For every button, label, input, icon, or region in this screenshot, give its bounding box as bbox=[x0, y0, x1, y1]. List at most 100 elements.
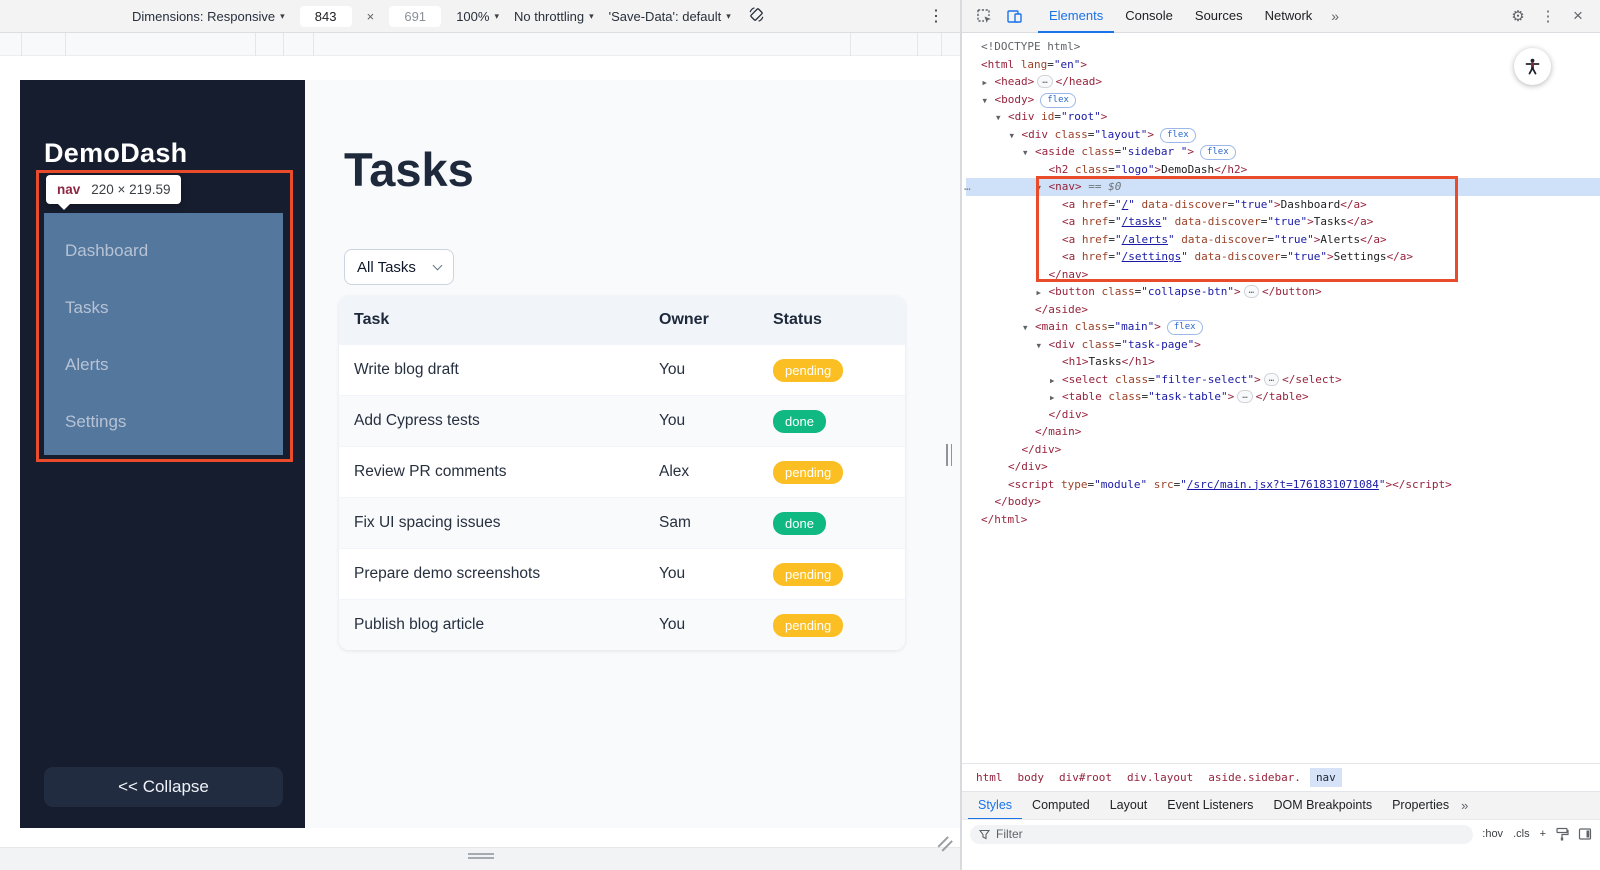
device-toolbar-kebab-icon[interactable]: ⋮ bbox=[928, 6, 944, 26]
dom-tree-node[interactable]: ▼ <div id="root"> bbox=[966, 108, 1600, 126]
zoom-select[interactable]: 100% ▾ bbox=[456, 9, 499, 24]
dom-tree-node[interactable]: <html lang="en"> bbox=[966, 56, 1600, 74]
breadcrumb-nav[interactable]: nav bbox=[1309, 768, 1342, 787]
viewport-width-input[interactable]: 843 bbox=[299, 5, 352, 27]
breadcrumb-div-root[interactable]: div#root bbox=[1053, 768, 1118, 787]
collapse-arrow-icon[interactable]: ▶ bbox=[983, 74, 995, 92]
expand-arrow-icon[interactable]: ▼ bbox=[1023, 319, 1035, 337]
dom-tree-node[interactable]: <h1>Tasks</h1> bbox=[966, 353, 1600, 371]
dom-tree-node[interactable]: ▶ <head>… </head> bbox=[966, 73, 1600, 91]
dimensions-select[interactable]: Dimensions: Responsive ▾ bbox=[132, 9, 285, 24]
panel-tab-layout[interactable]: Layout bbox=[1100, 792, 1158, 820]
dom-tree-node[interactable]: </main> bbox=[966, 423, 1600, 441]
expand-arrow-icon[interactable]: ▼ bbox=[1037, 337, 1049, 355]
expand-arrow-icon[interactable]: ▼ bbox=[983, 92, 995, 110]
expand-arrow-icon[interactable]: ▼ bbox=[1037, 179, 1049, 197]
paint-format-icon[interactable] bbox=[1555, 827, 1569, 841]
close-devtools-icon[interactable]: × bbox=[1564, 2, 1592, 30]
dom-tree-node[interactable]: ▼ <body> flex bbox=[966, 91, 1600, 109]
dom-tree-node[interactable]: ▶ <button class="collapse-btn">… </button> bbox=[966, 283, 1600, 301]
task-filter-select[interactable]: All Tasks bbox=[344, 249, 454, 285]
style-control-hov[interactable]: :hov bbox=[1482, 828, 1503, 840]
dom-tree-node[interactable]: <script type="module" src="/src/main.jsx… bbox=[966, 476, 1600, 494]
dom-tree-node[interactable]: <!DOCTYPE html> bbox=[966, 38, 1600, 56]
dom-tree-node[interactable]: ▼ <div class="layout"> flex bbox=[966, 126, 1600, 144]
more-panel-tabs-icon[interactable]: » bbox=[1461, 798, 1468, 813]
panel-tab-properties[interactable]: Properties bbox=[1382, 792, 1459, 820]
collapse-arrow-icon[interactable]: ▶ bbox=[1050, 372, 1062, 390]
style-control-cls[interactable]: .cls bbox=[1513, 828, 1530, 840]
viewport-height-input[interactable]: 691 bbox=[389, 5, 442, 27]
dom-tree-node[interactable]: </aside> bbox=[966, 301, 1600, 319]
expand-arrow-icon[interactable]: ▼ bbox=[1010, 127, 1022, 145]
sidebar-item-tasks[interactable]: Tasks bbox=[44, 279, 283, 336]
expand-arrow-icon[interactable]: ▼ bbox=[996, 109, 1008, 127]
dom-tree-node[interactable]: </html> bbox=[966, 511, 1600, 529]
panel-tab-styles[interactable]: Styles bbox=[968, 792, 1022, 820]
device-toolbar-toggle-icon[interactable] bbox=[1000, 2, 1028, 30]
breadcrumb-aside-sidebar-[interactable]: aside.sidebar. bbox=[1202, 768, 1307, 787]
devtools-drag-handle[interactable] bbox=[946, 444, 952, 466]
settings-gear-icon[interactable]: ⚙ bbox=[1504, 2, 1532, 30]
dom-tree-node[interactable]: ▼ <div class="task-page"> bbox=[966, 336, 1600, 354]
dom-tree-node[interactable]: ▼ <aside class="sidebar "> flex bbox=[966, 143, 1600, 161]
expand-children-icon[interactable]: … bbox=[1237, 390, 1253, 403]
breadcrumb-div-layout[interactable]: div.layout bbox=[1121, 768, 1199, 787]
dom-tree-node[interactable]: ▶ <select class="filter-select">… </select… bbox=[966, 371, 1600, 389]
node-options-icon[interactable]: … bbox=[964, 178, 972, 196]
dom-tree: <!DOCTYPE html> <html lang="en"> ▶ <head>… <… bbox=[962, 34, 1600, 762]
devtools-tab-elements[interactable]: Elements bbox=[1038, 0, 1115, 33]
dom-tree-node[interactable]: </body> bbox=[966, 493, 1600, 511]
panel-tab-event-listeners[interactable]: Event Listeners bbox=[1157, 792, 1263, 820]
devtools-tab-console[interactable]: Console bbox=[1114, 0, 1184, 33]
dom-tree-node[interactable]: <a href="/settings" data-discover="true"… bbox=[966, 248, 1600, 266]
style-control-[interactable]: + bbox=[1540, 828, 1546, 840]
status-cell: done bbox=[773, 511, 905, 535]
flex-badge[interactable]: flex bbox=[1199, 145, 1236, 160]
sidebar-item-settings[interactable]: Settings bbox=[44, 393, 283, 450]
dom-tree-node[interactable]: <a href="/alerts" data-discover="true">A… bbox=[966, 231, 1600, 249]
viewport-resize-handle[interactable] bbox=[936, 836, 953, 852]
save-data-select[interactable]: 'Save-Data': default ▾ bbox=[609, 9, 731, 24]
breadcrumb-html[interactable]: html bbox=[970, 768, 1009, 787]
dom-tree-node[interactable]: </div> bbox=[966, 406, 1600, 424]
dom-tree-node[interactable]: … ▼ <nav> == $0 bbox=[964, 178, 1600, 197]
panel-tab-dom-breakpoints[interactable]: DOM Breakpoints bbox=[1263, 792, 1382, 820]
sidebar-item-alerts[interactable]: Alerts bbox=[44, 336, 283, 393]
flex-badge[interactable]: flex bbox=[1159, 127, 1196, 143]
dom-tree-node[interactable]: <h2 class="logo">DemoDash</h2> bbox=[966, 161, 1600, 179]
expand-children-icon[interactable]: … bbox=[1243, 285, 1259, 298]
device-toolbar: Dimensions: Responsive ▾ 843 × 691 100% … bbox=[0, 0, 960, 33]
collapse-arrow-icon[interactable]: ▶ bbox=[1050, 389, 1062, 407]
throttling-select[interactable]: No throttling ▾ bbox=[514, 9, 594, 24]
collapse-arrow-icon[interactable]: ▶ bbox=[1037, 284, 1049, 302]
dom-tree-node[interactable]: ▶ <table class="task-table">… </table> bbox=[966, 388, 1600, 406]
devtools-tab-sources[interactable]: Sources bbox=[1184, 0, 1254, 33]
devtools-kebab-icon[interactable]: ⋮ bbox=[1534, 2, 1562, 30]
more-tabs-icon[interactable]: » bbox=[1325, 8, 1345, 24]
expand-children-icon[interactable]: … bbox=[1037, 75, 1053, 88]
flex-badge[interactable]: flex bbox=[1166, 320, 1203, 335]
expand-arrow-icon[interactable]: ▼ bbox=[1023, 144, 1035, 162]
task-cell: Add Cypress tests bbox=[354, 412, 480, 429]
inspect-element-icon[interactable] bbox=[970, 2, 998, 30]
expand-children-icon[interactable]: … bbox=[1263, 372, 1280, 386]
sidebar-item-dashboard[interactable]: Dashboard bbox=[44, 222, 283, 279]
flex-badge[interactable]: flex bbox=[1040, 92, 1076, 108]
dom-tree-node[interactable]: <a href="/" data-discover="true">Dashboa… bbox=[966, 196, 1600, 214]
dock-side-icon[interactable] bbox=[1578, 827, 1592, 841]
dom-tree-node[interactable]: </nav> bbox=[966, 266, 1600, 284]
accessibility-widget-button[interactable] bbox=[1514, 48, 1551, 85]
devtools-tab-network[interactable]: Network bbox=[1254, 0, 1324, 33]
breadcrumb-body[interactable]: body bbox=[1012, 768, 1051, 787]
rotate-viewport-icon[interactable] bbox=[748, 6, 765, 26]
horizontal-scrollbar[interactable] bbox=[468, 853, 494, 860]
dom-tree-node[interactable]: <a href="/tasks" data-discover="true">Ta… bbox=[966, 213, 1600, 231]
panel-tab-computed[interactable]: Computed bbox=[1022, 792, 1100, 820]
dom-tree-node[interactable]: </div> bbox=[966, 441, 1600, 459]
media-query-bar bbox=[0, 33, 960, 56]
sidebar-collapse-button[interactable]: << Collapse bbox=[44, 767, 283, 807]
styles-filter-input[interactable]: Filter bbox=[970, 824, 1474, 844]
dom-tree-node[interactable]: </div> bbox=[966, 458, 1600, 476]
dom-tree-node[interactable]: ▼ <main class="main"> flex bbox=[966, 318, 1600, 336]
